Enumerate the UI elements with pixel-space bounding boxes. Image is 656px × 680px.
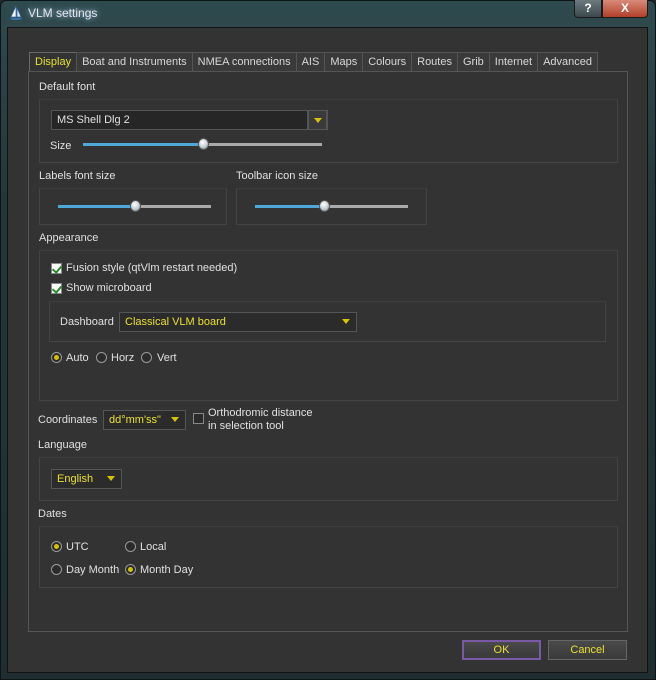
display-tab-panel: Default font MS Shell Dlg 2 Size Labels … xyxy=(28,71,628,632)
tab-maps[interactable]: Maps xyxy=(324,52,364,71)
show-microboard-label[interactable]: Show microboard xyxy=(66,282,152,294)
tab-display[interactable]: Display xyxy=(29,52,78,72)
default-font-group xyxy=(39,99,618,163)
tab-advanced[interactable]: Advanced xyxy=(537,52,599,71)
appearance-label: Appearance xyxy=(39,232,99,244)
fusion-style-checkbox[interactable] xyxy=(51,263,62,274)
font-combo-value: MS Shell Dlg 2 xyxy=(57,114,130,126)
radio-vert-label[interactable]: Vert xyxy=(157,352,177,364)
radio-auto-label[interactable]: Auto xyxy=(66,352,89,364)
radio-utc-label[interactable]: UTC xyxy=(66,541,89,553)
radio-local-label[interactable]: Local xyxy=(140,541,166,553)
tab-internet[interactable]: Internet xyxy=(488,52,539,71)
tab-grib[interactable]: Grib xyxy=(456,52,490,71)
radio-month-day-label[interactable]: Month Day xyxy=(140,564,193,576)
labels-font-size-label: Labels font size xyxy=(39,170,116,182)
dashboard-combo[interactable]: Classical VLM board xyxy=(119,312,357,332)
coordinates-combo-value: dd°mm'ss" xyxy=(109,414,161,426)
help-button[interactable]: ? xyxy=(574,0,602,18)
close-button[interactable]: X xyxy=(602,0,648,18)
language-combo-value: English xyxy=(57,473,94,485)
orthodromic-checkbox[interactable] xyxy=(193,413,204,424)
toolbar-icon-size-label: Toolbar icon size xyxy=(236,170,318,182)
slider-fill xyxy=(58,205,135,208)
chevron-down-icon xyxy=(337,312,356,332)
font-combo-dropdown[interactable] xyxy=(307,110,328,130)
size-label: Size xyxy=(50,140,72,152)
tab-routes[interactable]: Routes xyxy=(411,52,458,71)
cancel-button[interactable]: Cancel xyxy=(548,640,627,660)
radio-month-day[interactable] xyxy=(125,564,136,575)
fusion-style-label[interactable]: Fusion style (qtVlm restart needed) xyxy=(66,262,237,274)
chevron-down-icon xyxy=(166,410,185,430)
ok-button[interactable]: OK xyxy=(462,640,541,660)
radio-vert[interactable] xyxy=(141,352,152,363)
coordinates-label: Coordinates xyxy=(38,414,98,426)
orthodromic-label-line1[interactable]: Orthodromic distance xyxy=(208,407,313,419)
dashboard-label: Dashboard xyxy=(60,316,114,328)
language-group xyxy=(39,457,618,501)
slider-fill xyxy=(83,143,203,146)
show-microboard-checkbox[interactable] xyxy=(51,283,62,294)
radio-horz-label[interactable]: Horz xyxy=(111,352,134,364)
sailboat-icon xyxy=(10,5,22,20)
slider-handle[interactable] xyxy=(197,138,209,150)
slider-handle[interactable] xyxy=(318,200,330,212)
radio-day-month-label[interactable]: Day Month xyxy=(66,564,119,576)
radio-local[interactable] xyxy=(125,541,136,552)
tab-colours[interactable]: Colours xyxy=(362,52,413,71)
tab-boat-and-instruments[interactable]: Boat and Instruments xyxy=(76,52,193,71)
language-combo[interactable]: English xyxy=(51,469,122,489)
tab-ais[interactable]: AIS xyxy=(295,52,326,71)
radio-day-month[interactable] xyxy=(51,564,62,575)
toolbar-icon-size-slider[interactable] xyxy=(255,200,408,212)
dates-label: Dates xyxy=(38,508,67,520)
dialog-client-area: Display Boat and Instruments NMEA connec… xyxy=(7,27,648,673)
radio-auto[interactable] xyxy=(51,352,62,363)
slider-fill xyxy=(255,205,324,208)
window-title: VLM settings xyxy=(28,6,98,20)
language-label: Language xyxy=(38,439,87,451)
title-bar[interactable]: VLM settings ? X xyxy=(0,0,656,26)
radio-horz[interactable] xyxy=(96,352,107,363)
orthodromic-label-line2[interactable]: in selection tool xyxy=(208,420,284,432)
default-font-label: Default font xyxy=(39,81,96,93)
dashboard-combo-value: Classical VLM board xyxy=(125,316,226,328)
tab-nmea-connections[interactable]: NMEA connections xyxy=(191,52,297,71)
labels-font-size-slider[interactable] xyxy=(58,200,211,212)
chevron-down-icon xyxy=(102,469,121,489)
tab-bar: Display Boat and Instruments NMEA connec… xyxy=(29,52,599,72)
chevron-down-icon xyxy=(308,110,327,130)
coordinates-combo[interactable]: dd°mm'ss" xyxy=(103,410,186,430)
font-size-slider[interactable] xyxy=(83,138,322,150)
slider-handle[interactable] xyxy=(129,200,141,212)
radio-utc[interactable] xyxy=(51,541,62,552)
font-combo[interactable]: MS Shell Dlg 2 xyxy=(51,110,328,130)
dates-group xyxy=(39,526,618,588)
